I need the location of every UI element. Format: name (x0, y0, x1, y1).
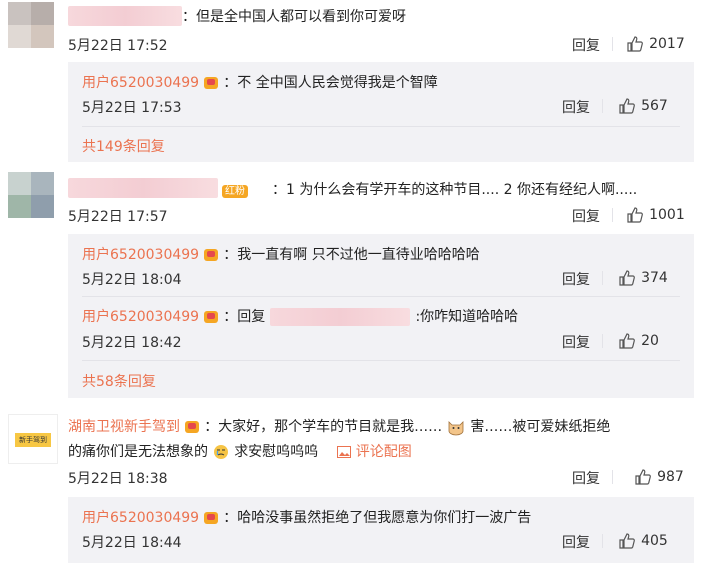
crying-emoji-icon (213, 444, 229, 460)
reply-button[interactable]: 回复 (572, 206, 600, 226)
reply-time: 5月22日 17:53 (82, 100, 182, 116)
more-replies-link[interactable]: 共58条回复 (82, 371, 156, 391)
reply-time: 5月22日 18:42 (82, 335, 182, 351)
comment-text-cont: 求安慰呜呜呜 (234, 444, 319, 460)
thumbs-up-icon (619, 532, 635, 549)
reply-text: :你咋知道哈哈哈 (415, 309, 519, 325)
reply-item: 用户6520030499 ：哈哈没事虽然拒绝了但我愿意为你们打一波广告 (82, 507, 531, 527)
avatar-logo-text: 新手驾到 (15, 433, 51, 447)
reply-button[interactable]: 回复 (562, 269, 590, 289)
reply-button[interactable]: 回复 (562, 532, 590, 552)
comment-time: 5月22日 17:57 (68, 209, 168, 225)
reply-username[interactable]: 用户6520030499 (82, 247, 199, 263)
like-button[interactable]: 405 (618, 530, 668, 550)
divider (602, 334, 603, 348)
reply-item: 用户6520030499 ：回复 :你咋知道哈哈哈 (82, 306, 518, 326)
comment-text: ：1 为什么会有学开车的这种节目.... 2 你还有经纪人啊..... (272, 182, 638, 198)
divider (82, 126, 680, 127)
reply-button[interactable]: 回复 (572, 35, 600, 55)
comment-time: 5月22日 17:52 (68, 38, 168, 54)
divider (612, 470, 613, 484)
comment-image-link[interactable]: 评论配图 (337, 444, 412, 460)
more-replies-link[interactable]: 共149条回复 (82, 136, 165, 156)
divider (82, 360, 680, 361)
like-count: 405 (641, 533, 668, 549)
reply-prefix: ：回复 (223, 309, 266, 325)
divider (82, 296, 680, 297)
avatar[interactable] (8, 2, 54, 48)
reply-time: 5月22日 18:44 (82, 535, 182, 551)
comment-header: 湖南卫视新手驾到 ：大家好，那个学车的节目就是我…… 害……被可爱妹纸拒绝 (68, 416, 610, 436)
like-button[interactable]: 2017 (626, 33, 685, 53)
like-count: 1001 (649, 207, 685, 223)
like-count: 20 (641, 333, 659, 349)
thumbs-up-icon (627, 35, 643, 52)
divider (602, 99, 603, 113)
divider (612, 37, 613, 51)
reply-username[interactable]: 用户6520030499 (82, 510, 199, 526)
reply-panel: 用户6520030499 ：不 全中国人民会觉得我是个智障 5月22日 17:5… (68, 62, 694, 162)
comment-image-label: 评论配图 (355, 444, 412, 460)
reply-username[interactable]: 用户6520030499 (82, 75, 199, 91)
vip-badge: 红粉 (222, 181, 248, 200)
divider (602, 271, 603, 285)
like-button[interactable]: 1001 (626, 204, 685, 224)
comment-time: 5月22日 18:38 (68, 471, 168, 487)
vip-badge-icon (204, 248, 219, 261)
like-button[interactable]: 20 (618, 330, 659, 350)
comment-text-cont: 害……被可爱妹纸拒绝 (470, 419, 611, 435)
vip-badge-icon (204, 310, 219, 323)
vip-badge-label: 红粉 (222, 185, 248, 198)
image-icon (337, 446, 352, 458)
reply-text: ：哈哈没事虽然拒绝了但我愿意为你们打一波广告 (223, 510, 532, 526)
reply-time: 5月22日 18:04 (82, 272, 182, 288)
thumbs-up-icon (619, 269, 635, 286)
comment-line-2: 的痛你们是无法想象的 求安慰呜呜呜 评论配图 (68, 441, 412, 461)
like-button[interactable]: 374 (618, 267, 668, 287)
comment-text: ：但是全中国人都可以看到你可爱呀 (182, 9, 406, 25)
like-count: 374 (641, 270, 668, 286)
like-count: 567 (641, 98, 668, 114)
blurred-username (68, 178, 218, 198)
thumbs-up-icon (619, 332, 635, 349)
thumbs-up-icon (635, 468, 651, 485)
blurred-username (270, 307, 411, 326)
avatar[interactable]: 新手驾到 (8, 414, 58, 464)
reply-username[interactable]: 用户6520030499 (82, 309, 199, 325)
blurred-username (68, 6, 182, 26)
like-button[interactable]: 987 (634, 466, 684, 486)
reply-panel: 用户6520030499 ：哈哈没事虽然拒绝了但我愿意为你们打一波广告 5月22… (68, 497, 694, 563)
reply-item: 用户6520030499 ：我一直有啊 只不过他一直待业哈哈哈哈 (82, 244, 480, 264)
comment-text: ：大家好，那个学车的节目就是我…… (204, 419, 443, 435)
reply-button[interactable]: 回复 (562, 97, 590, 117)
avatar[interactable] (8, 172, 54, 218)
reply-text: ：我一直有啊 只不过他一直待业哈哈哈哈 (223, 247, 480, 263)
reply-button[interactable]: 回复 (562, 332, 590, 352)
thumbs-up-icon (619, 97, 635, 114)
reply-text: ：不 全中国人民会觉得我是个智障 (223, 75, 438, 91)
divider (602, 534, 603, 548)
thumbs-up-icon (627, 206, 643, 223)
reply-button[interactable]: 回复 (572, 468, 600, 488)
comment-text-cont: 的痛你们是无法想象的 (68, 444, 208, 460)
vip-badge-icon (204, 76, 219, 89)
reply-item: 用户6520030499 ：不 全中国人民会觉得我是个智障 (82, 72, 438, 92)
cat-emoji-icon (447, 418, 465, 436)
like-count: 2017 (649, 36, 685, 52)
like-count: 987 (657, 469, 684, 485)
vip-badge-icon (204, 511, 219, 524)
reply-panel: 用户6520030499 ：我一直有啊 只不过他一直待业哈哈哈哈 5月22日 1… (68, 234, 694, 398)
vip-badge-icon (185, 420, 200, 433)
divider (612, 208, 613, 222)
like-button[interactable]: 567 (618, 95, 668, 115)
comment-username[interactable]: 湖南卫视新手驾到 (68, 419, 180, 435)
